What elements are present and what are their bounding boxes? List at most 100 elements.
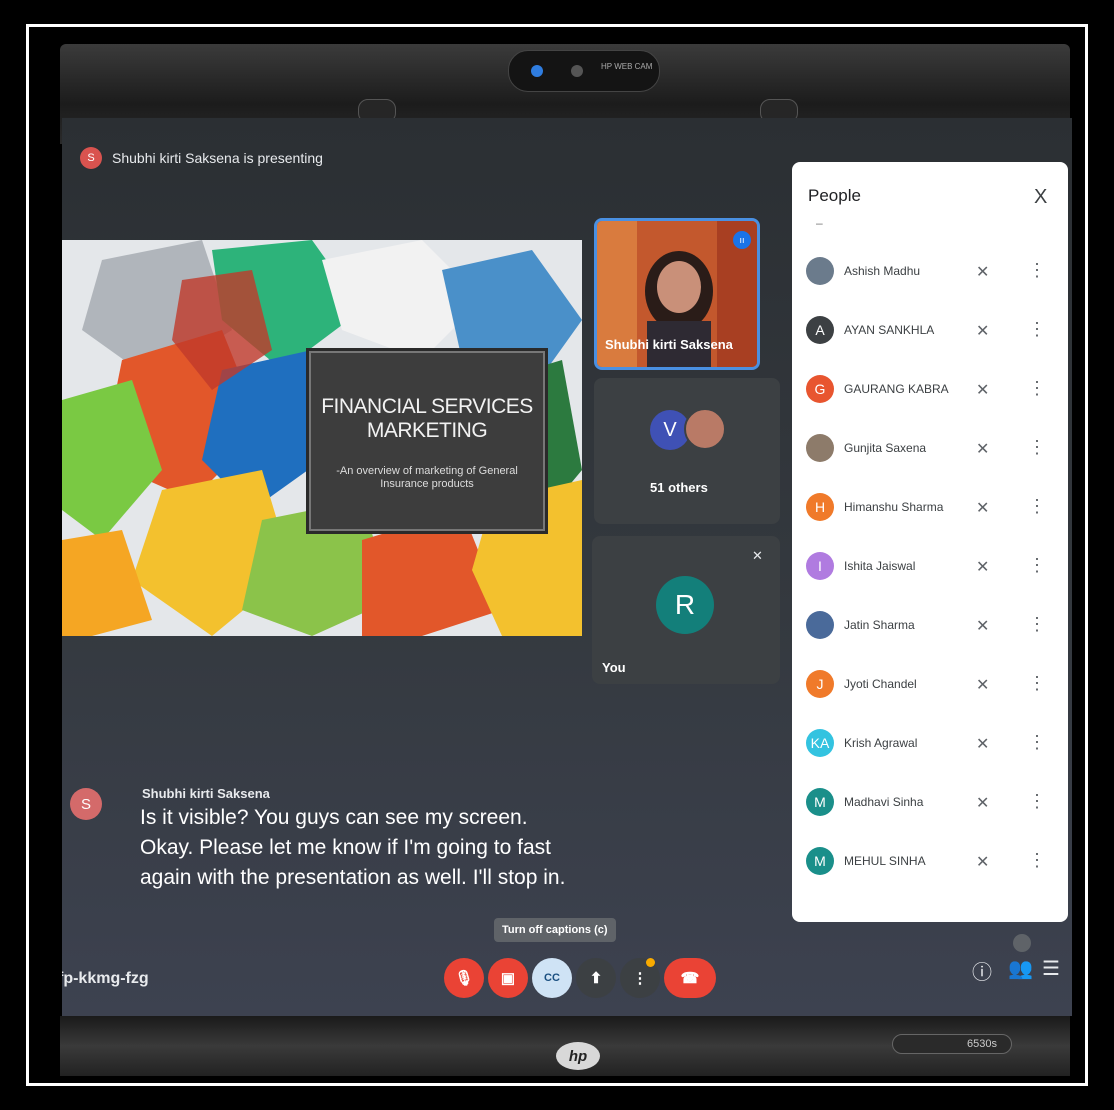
presenting-text: Shubhi kirti Saksena is presenting	[112, 150, 323, 166]
people-icon[interactable]: 👥	[1008, 956, 1033, 981]
participant-name: GAURANG KABRA	[844, 382, 949, 396]
close-icon[interactable]: X	[1034, 186, 1047, 209]
caption-line: Okay. Please let me know if I'm going to…	[140, 836, 551, 859]
more-vert-icon[interactable]: ⋮	[1028, 732, 1046, 753]
others-tile[interactable]: V 51 others	[594, 378, 780, 524]
participant-name: AYAN SANKHLA	[844, 323, 935, 337]
participant-avatar: J	[806, 670, 834, 698]
mic-off-icon: ✕	[976, 441, 990, 458]
notification-dot	[646, 958, 655, 967]
participant-row[interactable]: G GAURANG KABRA ✕ ⋮	[806, 372, 1062, 408]
participant-row[interactable]: A AYAN SANKHLA ✕ ⋮	[806, 313, 1062, 349]
participant-avatar: A	[806, 316, 834, 344]
participant-name: Himanshu Sharma	[844, 500, 944, 514]
participant-avatar	[806, 434, 834, 462]
speaking-indicator-icon: ıı	[733, 231, 751, 249]
participant-name: Madhavi Sinha	[844, 795, 924, 809]
participant-name: Krish Agrawal	[844, 736, 918, 750]
participant-row[interactable]: Jatin Sharma ✕ ⋮	[806, 608, 1062, 644]
more-vert-icon: ⋮	[632, 970, 648, 987]
caption-line: again with the presentation as well. I'l…	[140, 866, 566, 889]
participant-row[interactable]: M MEHUL SINHA ✕ ⋮	[806, 844, 1062, 880]
participant-row[interactable]: H Himanshu Sharma ✕ ⋮	[806, 490, 1062, 526]
participant-avatar: G	[806, 375, 834, 403]
self-tile[interactable]: R ✕ You	[592, 536, 780, 684]
more-vert-icon[interactable]: ⋮	[1028, 850, 1046, 871]
hp-logo: hp	[556, 1042, 600, 1070]
self-mic-off-icon: ✕	[752, 548, 763, 563]
mic-off-icon: ✕	[976, 795, 990, 812]
more-vert-icon[interactable]: ⋮	[1028, 319, 1046, 340]
mic-off-icon: ✕	[976, 382, 990, 399]
people-divider: –	[816, 216, 823, 230]
meeting-code: fp-kkmg-fzg	[62, 970, 149, 987]
webcam-light-icon	[531, 65, 543, 77]
participant-avatar: I	[806, 552, 834, 580]
caption-line: Is it visible? You guys can see my scree…	[140, 806, 528, 829]
more-vert-icon[interactable]: ⋮	[1028, 673, 1046, 694]
participant-avatar	[806, 257, 834, 285]
more-vert-icon[interactable]: ⋮	[1028, 496, 1046, 517]
self-avatar: R	[656, 576, 714, 634]
people-panel-title: People	[808, 186, 861, 205]
present-button[interactable]: ⬆	[576, 958, 616, 998]
shared-slide: FINANCIAL SERVICES MARKETING -An overvie…	[62, 240, 582, 636]
more-vert-icon[interactable]: ⋮	[1028, 437, 1046, 458]
participant-name: MEHUL SINHA	[844, 854, 926, 868]
mic-off-icon: 🎙	[454, 970, 474, 987]
info-icon[interactable]: ⓘ	[972, 956, 992, 985]
mic-off-icon: ✕	[976, 559, 990, 576]
captions-tooltip: Turn off captions (c)	[494, 918, 616, 942]
more-vert-icon[interactable]: ⋮	[1028, 555, 1046, 576]
chat-icon[interactable]: ☰	[1042, 956, 1060, 981]
mic-off-icon: ✕	[976, 618, 990, 635]
mic-off-icon: ✕	[976, 736, 990, 753]
captions-button[interactable]: CC	[532, 958, 572, 998]
participant-avatar: M	[806, 788, 834, 816]
mic-toggle-button[interactable]: 🎙	[444, 958, 484, 998]
more-vert-icon[interactable]: ⋮	[1028, 378, 1046, 399]
mic-off-icon: ✕	[976, 677, 990, 694]
mic-off-icon: ✕	[976, 854, 990, 871]
more-vert-icon[interactable]: ⋮	[1028, 614, 1046, 635]
model-label: 6530s	[892, 1034, 1012, 1054]
mic-off-icon: ✕	[976, 500, 990, 517]
participant-row[interactable]: Ashish Madhu ✕ ⋮	[806, 254, 1062, 290]
participant-avatar: H	[806, 493, 834, 521]
people-panel: People X – Ashish Madhu ✕ ⋮ A AYAN SANKHLA ✕ ⋮…	[792, 162, 1068, 922]
mic-off-icon: ✕	[976, 264, 990, 281]
presenter-video-tile[interactable]: ıı Shubhi kirti Saksena	[594, 218, 760, 370]
leave-call-button[interactable]: ☎	[664, 958, 716, 998]
slide-title: FINANCIAL SERVICES MARKETING	[321, 395, 533, 442]
participant-row[interactable]: J Jyoti Chandel ✕ ⋮	[806, 667, 1062, 703]
others-avatar-photo	[684, 408, 726, 450]
participant-row[interactable]: M Madhavi Sinha ✕ ⋮	[806, 785, 1062, 821]
participant-name: Ashish Madhu	[844, 264, 921, 278]
participant-row[interactable]: KA Krish Agrawal ✕ ⋮	[806, 726, 1062, 762]
webcam: HP WEB CAM	[508, 50, 660, 92]
participant-count-badge	[1013, 934, 1031, 952]
slide-title-box: FINANCIAL SERVICES MARKETING -An overvie…	[306, 348, 548, 534]
hang-up-icon: ☎	[680, 970, 700, 987]
others-label: 51 others	[650, 480, 708, 495]
caption-speaker-name: Shubhi kirti Saksena	[142, 786, 270, 801]
webcam-label: HP WEB CAM	[601, 62, 653, 71]
caption-speaker-avatar: S	[70, 788, 102, 820]
presenting-banner: S Shubhi kirti Saksena is presenting	[80, 144, 323, 172]
participant-avatar	[806, 611, 834, 639]
captions-area: S Shubhi kirti Saksena Is it visible? Yo…	[62, 772, 622, 922]
self-label: You	[602, 660, 626, 675]
participant-avatar: M	[806, 847, 834, 875]
participant-avatar: KA	[806, 729, 834, 757]
more-vert-icon[interactable]: ⋮	[1028, 260, 1046, 281]
participant-row[interactable]: I Ishita Jaiswal ✕ ⋮	[806, 549, 1062, 585]
meet-screen: S Shubhi kirti Saksena is presenting FIN…	[62, 118, 1072, 1016]
participant-name: Jyoti Chandel	[844, 677, 917, 691]
presenter-tile-name: Shubhi kirti Saksena	[605, 337, 733, 352]
camera-off-icon: ▣	[500, 970, 516, 987]
camera-toggle-button[interactable]: ▣	[488, 958, 528, 998]
present-screen-icon: ⬆	[589, 970, 603, 987]
participant-row[interactable]: Gunjita Saxena ✕ ⋮	[806, 431, 1062, 467]
more-vert-icon[interactable]: ⋮	[1028, 791, 1046, 812]
participant-name: Gunjita Saxena	[844, 441, 927, 455]
